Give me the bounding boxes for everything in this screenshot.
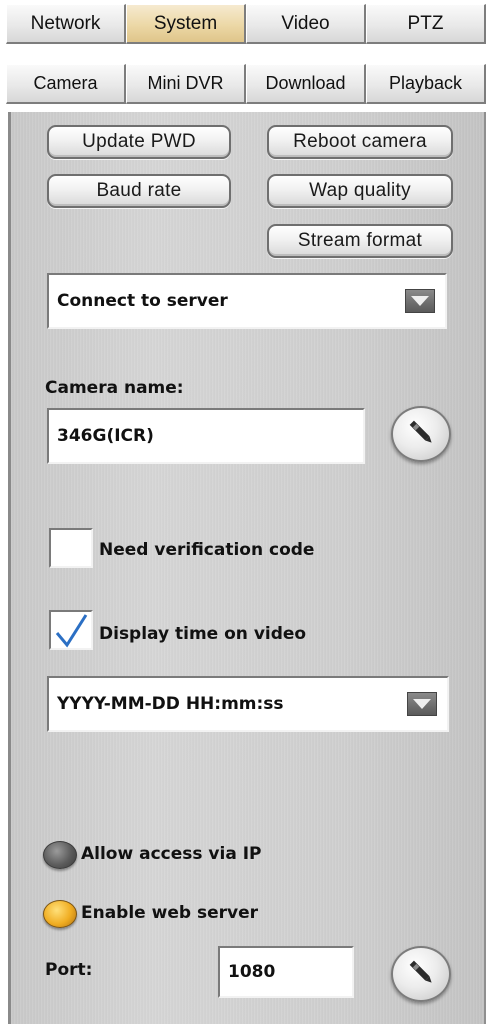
time-format-value: YYYY-MM-DD HH:mm:ss: [57, 694, 284, 714]
pen-icon: [404, 415, 438, 454]
wap-quality-button[interactable]: Wap quality: [267, 174, 453, 208]
apply-port-button[interactable]: [391, 946, 451, 1002]
tab-network[interactable]: Network: [6, 4, 126, 44]
chevron-down-icon[interactable]: [407, 692, 437, 716]
connect-mode-select[interactable]: Connect to server: [47, 273, 447, 329]
chevron-down-icon[interactable]: [405, 289, 435, 313]
tab-playback[interactable]: Playback: [366, 64, 486, 104]
tab-system[interactable]: System: [126, 4, 246, 44]
tab-mini-dvr[interactable]: Mini DVR: [126, 64, 246, 104]
allow-ip-label: Allow access via IP: [81, 844, 262, 864]
tab-video[interactable]: Video: [246, 4, 366, 44]
tab-download[interactable]: Download: [246, 64, 366, 104]
system-settings-panel: Update PWD Reboot camera Baud rate Wap q…: [8, 112, 486, 1024]
time-format-select[interactable]: YYYY-MM-DD HH:mm:ss: [47, 676, 449, 732]
tab-ptz[interactable]: PTZ: [366, 4, 486, 44]
camera-name-input[interactable]: 346G(ICR): [47, 408, 365, 464]
allow-ip-radio[interactable]: [43, 841, 77, 869]
apply-camera-name-button[interactable]: [391, 406, 451, 462]
display-time-checkbox[interactable]: [49, 610, 93, 650]
sub-tab-bar: Camera Mini DVR Download Playback: [6, 64, 486, 104]
port-input[interactable]: 1080: [218, 946, 354, 998]
web-server-label: Enable web server: [81, 903, 258, 923]
baud-rate-button[interactable]: Baud rate: [47, 174, 231, 208]
port-label: Port:: [45, 960, 93, 980]
web-server-radio[interactable]: [43, 900, 77, 928]
connect-mode-value: Connect to server: [57, 291, 228, 311]
main-tab-bar: Network System Video PTZ: [6, 4, 486, 44]
reboot-camera-button[interactable]: Reboot camera: [267, 125, 453, 159]
update-pwd-button[interactable]: Update PWD: [47, 125, 231, 159]
pen-icon: [404, 955, 438, 994]
verification-code-checkbox[interactable]: [49, 528, 93, 568]
stream-format-button[interactable]: Stream format: [267, 224, 453, 258]
display-time-label: Display time on video: [99, 624, 307, 644]
camera-name-label: Camera name:: [45, 378, 184, 398]
verification-code-label: Need verification code: [99, 540, 315, 560]
tab-camera[interactable]: Camera: [6, 64, 126, 104]
